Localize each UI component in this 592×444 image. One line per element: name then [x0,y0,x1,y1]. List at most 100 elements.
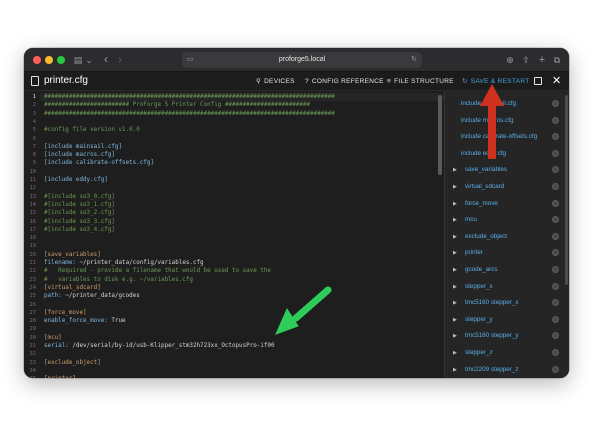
back-button[interactable]: ‹ [100,53,112,67]
expand-chevron-icon[interactable]: ▶ [453,283,457,291]
sidebar-item-stepper-y[interactable]: ▶ stepper_y [445,313,569,327]
sidebar-item-include-eddy-cfg[interactable]: include eddy.cfg [445,147,569,161]
sidebar-item-virtual-sdcard[interactable]: ▶ virtual_sdcard [445,180,569,194]
code-line[interactable]: serial: /dev/serial/by-id/usb-Klipper_st… [44,342,275,350]
code-line[interactable]: [include calibrate-offsets.cfg] [44,159,154,167]
sidebar-item-stepper-x[interactable]: ▶ stepper_x [445,280,569,294]
expand-chevron-icon[interactable]: ▶ [453,249,457,257]
sidebar-item-include-calibrate-offsets-cfg[interactable]: include calibrate-offsets.cfg [445,130,569,144]
sidebar-item-tmc5160-stepper-x[interactable]: ▶ tmc5160 stepper_x [445,296,569,310]
sidebar-item-printer[interactable]: ▶ printer [445,246,569,260]
gear-icon[interactable] [552,183,559,190]
sidebar-item-save-variables[interactable]: ▶ save_variables [445,163,569,177]
devices-label: DEVICES [264,78,295,85]
expand-chevron-icon[interactable]: ▶ [453,332,457,340]
downloads-icon[interactable]: ⊕ [504,53,516,67]
browser-toolbar: ▤ ⌄ ‹ › ▭ proforge5.local ↻ ⊕ ⇧ + ⧉ [24,48,569,72]
gear-icon[interactable] [552,199,559,207]
code-line[interactable]: #config file version v1.0.0 [44,126,140,134]
code-line[interactable]: ######################## ProForge 5 Prin… [44,101,310,109]
sidebar-item-tmc2209-stepper-z[interactable]: ▶ tmc2209 stepper_z [445,363,569,377]
code-line[interactable]: [exclude_object] [44,359,101,367]
code-line[interactable]: [include macros.cfg] [44,151,115,159]
code-line[interactable]: ########################################… [44,110,335,118]
expand-chevron-icon[interactable]: ▶ [453,200,457,208]
gear-icon[interactable] [552,282,559,290]
code-line[interactable]: # Required - provide a filename that wou… [44,267,271,275]
sidebar-item-include-mainsail-cfg[interactable]: include mainsail.cfg [445,97,569,111]
sidebar-item-stepper-z[interactable]: ▶ stepper_z [445,346,569,360]
code-line[interactable]: #[include so3_3.cfg] [44,218,115,226]
code-line[interactable]: [mcu] [44,334,62,342]
close-icon[interactable]: ✕ [552,73,561,89]
code-line[interactable]: [virtual_sdcard] [44,284,101,292]
gear-icon[interactable] [552,349,559,356]
gear-icon[interactable] [552,365,559,373]
code-line[interactable]: #[include so3_0.cfg] [44,193,115,201]
close-window-button[interactable] [33,56,41,64]
file-structure-button[interactable]: ≡ FILE STRUCTURE [387,76,454,88]
save-icon[interactable] [534,77,542,85]
share-icon[interactable]: ⇧ [520,53,532,67]
code-line[interactable]: [force_move] [44,309,87,317]
line-number: 4 [32,118,36,125]
code-line[interactable]: [save_variables] [44,251,101,259]
config-reference-label: CONFIG REFERENCE [311,78,384,85]
reload-icon[interactable]: ↻ [411,52,417,68]
sidebar-item-include-macros-cfg[interactable]: include macros.cfg [445,114,569,128]
code-line[interactable]: filename: ~/printer_data/config/variable… [44,259,204,267]
save-restart-button[interactable]: ↻ SAVE & RESTART [462,76,530,88]
sidebar-item-exclude-object[interactable]: ▶ exclude_object [445,230,569,244]
forward-button[interactable]: › [114,53,126,67]
sidebar-item-tmc5160-stepper-y[interactable]: ▶ tmc5160 stepper_y [445,329,569,343]
gear-icon[interactable] [552,315,559,323]
code-line[interactable]: ########################################… [44,93,335,101]
tab-group-chevron-icon[interactable]: ⌄ [84,53,94,67]
expand-chevron-icon[interactable]: ▶ [453,183,457,191]
address-bar[interactable]: ▭ proforge5.local ↻ [182,52,422,68]
expand-chevron-icon[interactable]: ▶ [453,233,457,241]
code-line[interactable]: # variables to disk e.g. ~/variables.cfg [44,276,193,284]
gear-icon[interactable] [552,100,559,107]
code-line[interactable]: [include mainsail.cfg] [44,143,122,151]
code-line[interactable]: #[include so3_2.cfg] [44,209,115,217]
expand-chevron-icon[interactable]: ▶ [453,166,457,174]
code-line[interactable]: enable_force_move: True [44,317,126,325]
expand-chevron-icon[interactable]: ▶ [453,299,457,307]
devices-button[interactable]: ⚲ DEVICES [256,76,295,88]
gear-icon[interactable] [552,133,559,141]
expand-chevron-icon[interactable]: ▶ [453,366,457,374]
gear-icon[interactable] [552,299,559,307]
expand-chevron-icon[interactable]: ▶ [453,216,457,224]
config-reference-button[interactable]: ? CONFIG REFERENCE [305,76,384,88]
gear-icon[interactable] [552,149,559,157]
site-settings-icon[interactable]: ▭ [187,52,194,68]
minimize-window-button[interactable] [45,56,53,64]
sidebar-item-gcode-arcs[interactable]: ▶ gcode_arcs [445,263,569,277]
gear-icon[interactable] [552,116,559,124]
gear-icon[interactable] [552,266,559,273]
sidebar-toggle-icon[interactable]: ▤ [72,53,84,67]
code-line[interactable]: path: ~/printer_data/gcodes [44,292,140,300]
expand-chevron-icon[interactable]: ▶ [453,266,457,274]
gear-icon[interactable] [552,216,559,224]
code-editor[interactable]: 1 2 3 4 5 6 7 8 9 10 11 12 13 14 15 16 17 18 19 20 21 22 23 24 2… [24,91,444,378]
code-line[interactable]: [include eddy.cfg] [44,176,108,184]
gear-icon[interactable] [552,232,559,240]
expand-chevron-icon[interactable]: ▶ [453,349,457,357]
line-number: 23 [29,276,37,283]
new-tab-button[interactable]: + [536,53,548,67]
tab-overview-icon[interactable]: ⧉ [551,53,563,67]
code-line[interactable]: #[include so3_4.cfg] [44,226,115,234]
gear-icon[interactable] [552,249,559,257]
expand-chevron-icon[interactable]: ▶ [453,316,457,324]
code-line[interactable]: #[include so3_1.cfg] [44,201,115,209]
editor-scrollbar[interactable] [438,95,442,175]
zoom-window-button[interactable] [57,56,65,64]
sidebar-item-mcu[interactable]: ▶ mcu [445,213,569,227]
gear-icon[interactable] [552,332,559,340]
gear-icon[interactable] [552,166,559,174]
sidebar-item-label: include mainsail.cfg [461,100,516,107]
sidebar-item-force-move[interactable]: ▶ force_move [445,197,569,211]
code-line[interactable]: [printer] [44,375,76,378]
